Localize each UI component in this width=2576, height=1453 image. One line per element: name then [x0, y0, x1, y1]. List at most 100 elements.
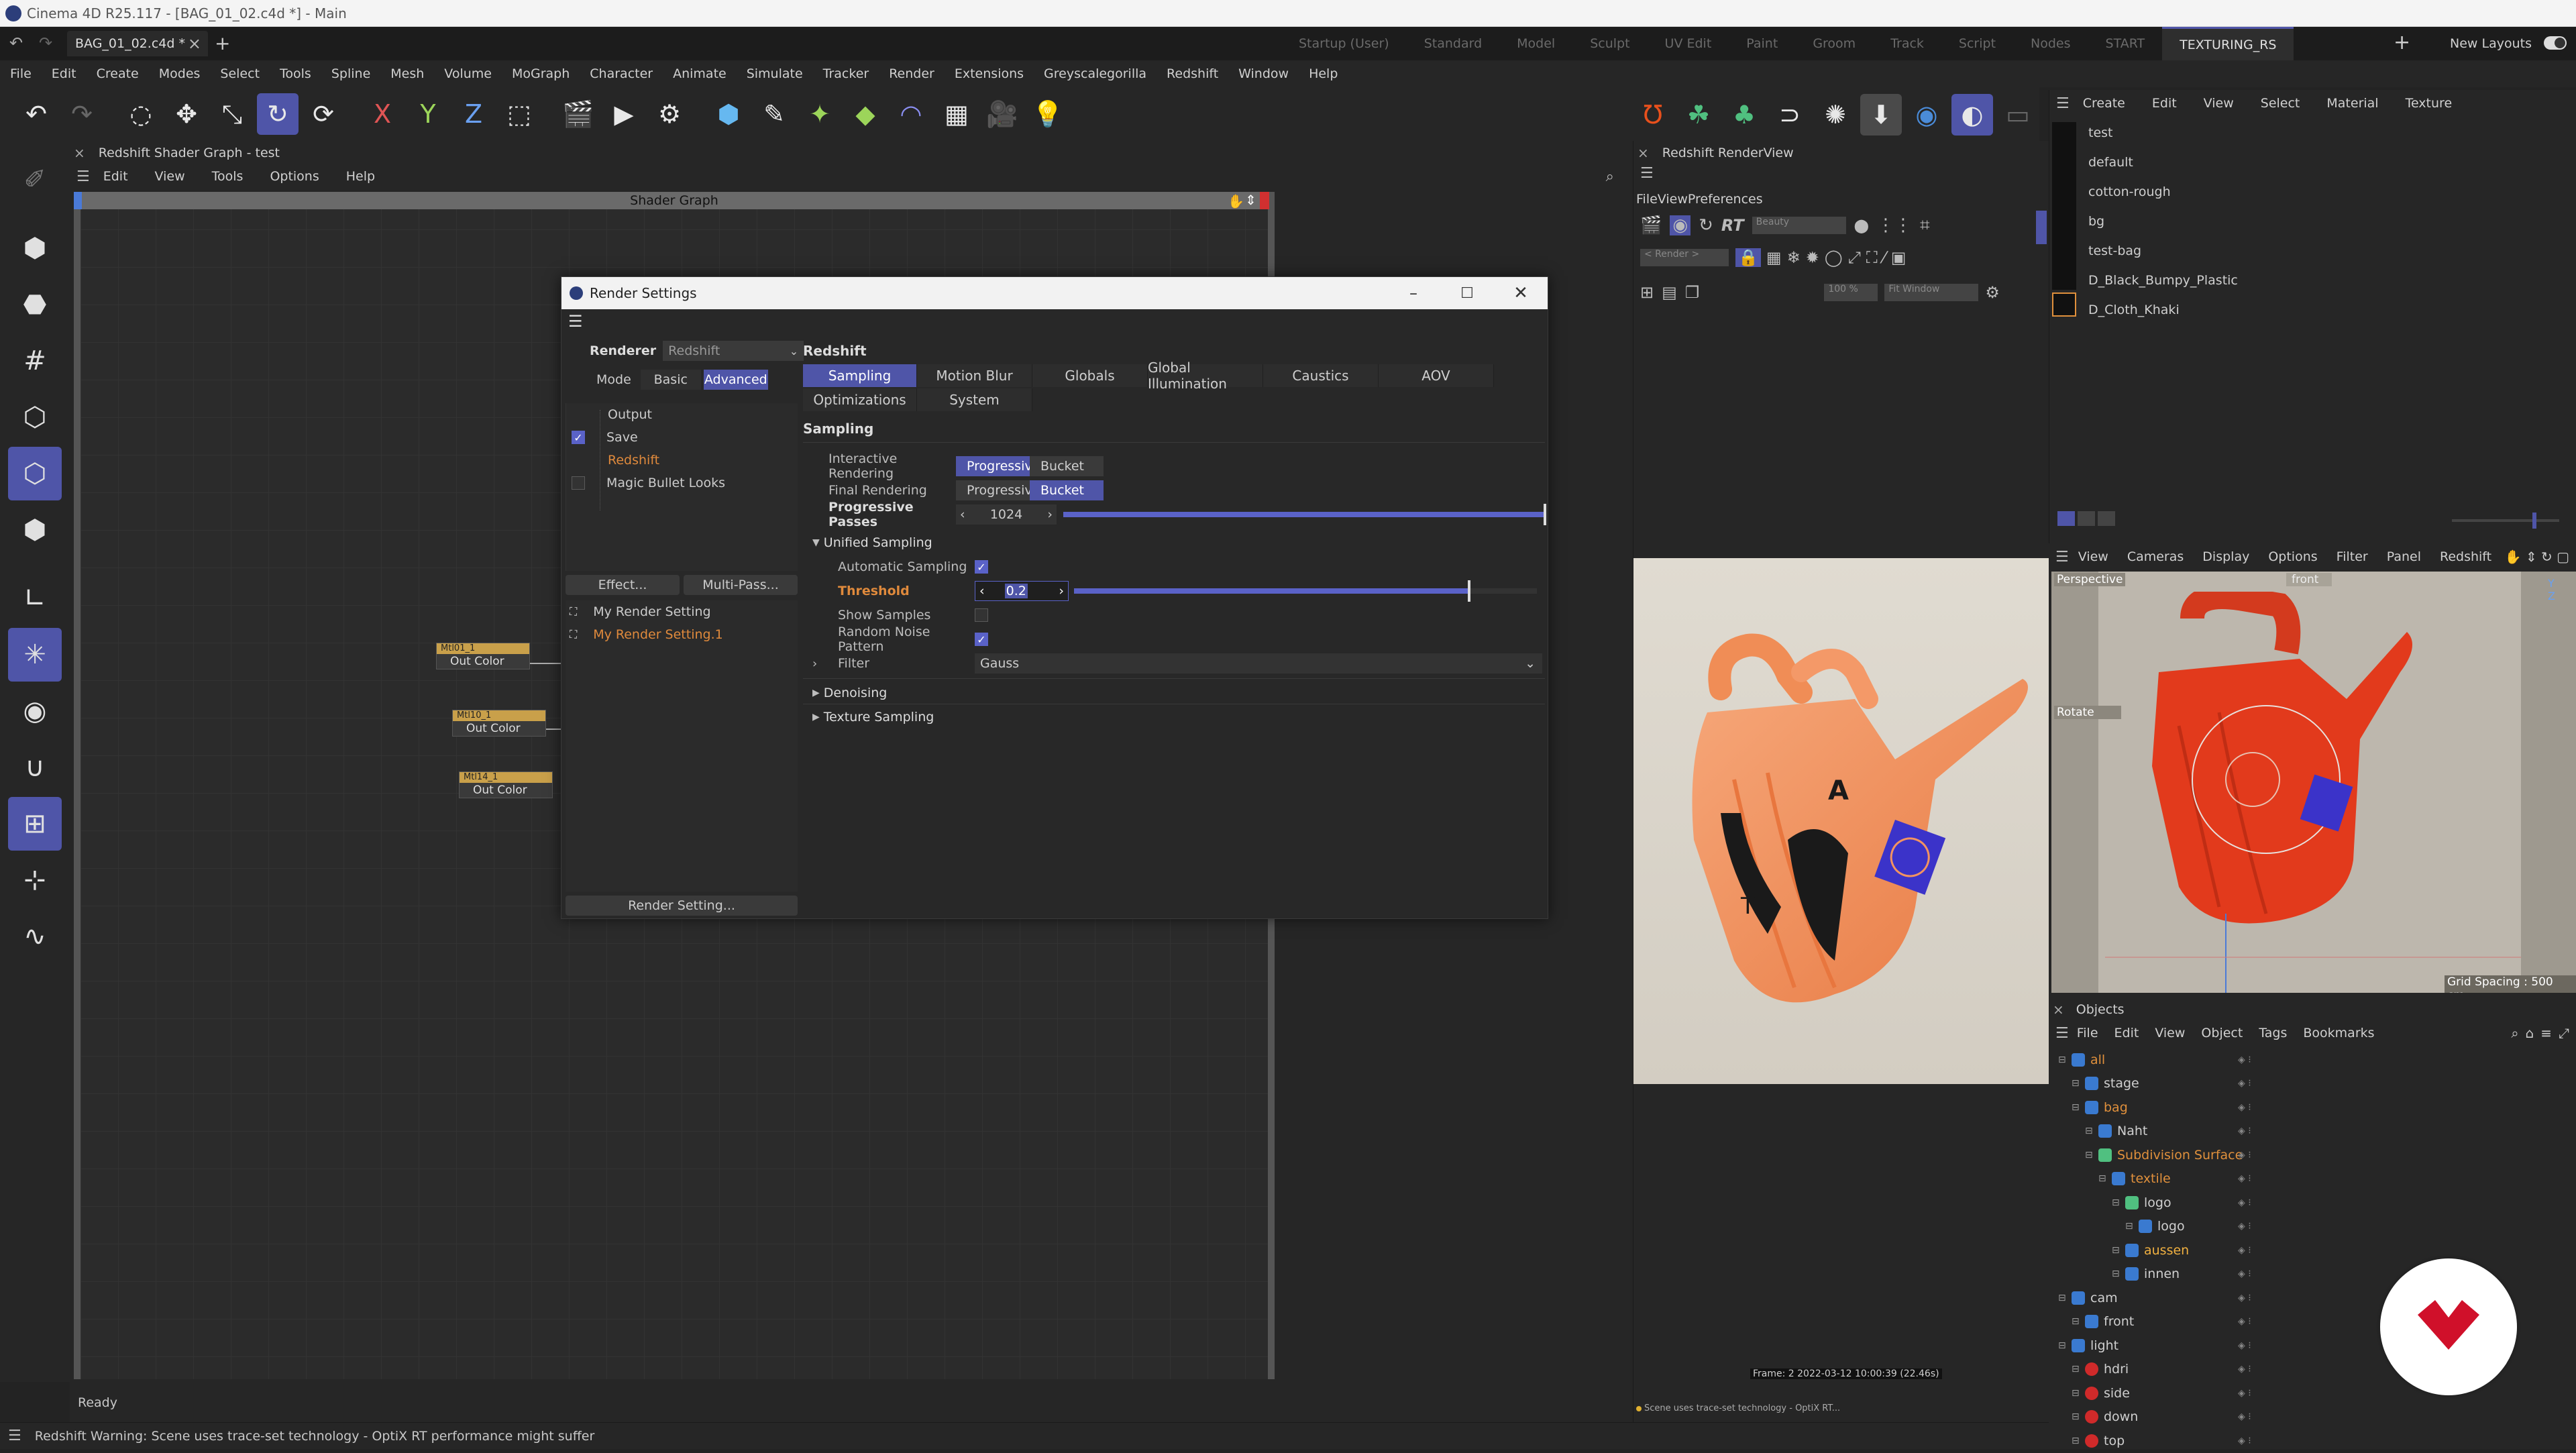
- y-axis-icon[interactable]: Y: [407, 93, 449, 135]
- object-row[interactable]: ⊟ top ◈ ⁝: [2049, 1429, 2576, 1453]
- layout-tab[interactable]: Model: [1499, 27, 1572, 60]
- denoising-header[interactable]: ▶ Denoising: [812, 681, 887, 705]
- redshift-download-icon[interactable]: ⬇: [1860, 94, 1902, 136]
- filter-select[interactable]: Gauss ⌄: [975, 653, 1542, 674]
- obj-menu-bookmarks[interactable]: Bookmarks: [2295, 1026, 2382, 1040]
- menu-greyscalegorilla[interactable]: Greyscalegorilla: [1034, 66, 1157, 81]
- clapper-icon[interactable]: 🎬: [1640, 215, 1662, 235]
- fit-select[interactable]: Fit Window: [1884, 284, 1979, 301]
- chevron-right-icon[interactable]: ›: [1059, 584, 1064, 598]
- home-icon[interactable]: ⌂: [2526, 1025, 2534, 1041]
- vp-menu-redshift[interactable]: Redshift: [2430, 549, 2501, 564]
- visibility-icon[interactable]: ◈ ⁝: [2238, 1316, 2251, 1327]
- progressive-passes-field[interactable]: ‹ 1024 ›: [956, 504, 1057, 525]
- add-document-icon[interactable]: +: [215, 32, 230, 54]
- close-icon[interactable]: ×: [188, 34, 201, 53]
- expand-icon[interactable]: ⊟: [2112, 1269, 2123, 1279]
- menu-help[interactable]: Help: [1299, 66, 1348, 81]
- tree-item-redshift[interactable]: Redshift: [566, 449, 798, 472]
- expand-icon[interactable]: ⊟: [2085, 1126, 2096, 1136]
- sg-menu-view[interactable]: View: [142, 169, 199, 184]
- material-size-slider[interactable]: [2452, 513, 2559, 529]
- tree-item-save[interactable]: ✓ Save: [566, 426, 798, 449]
- sg-menu-edit[interactable]: Edit: [90, 169, 142, 184]
- tree-item-output[interactable]: Output: [566, 403, 798, 426]
- automatic-sampling-checkbox[interactable]: ✓: [975, 560, 988, 574]
- object-row[interactable]: ⊟ Naht ◈ ⁝: [2049, 1120, 2576, 1144]
- layout-tab[interactable]: Script: [1941, 27, 2013, 60]
- visibility-icon[interactable]: ◈ ⁝: [2238, 1364, 2251, 1375]
- scale-icon[interactable]: ⤡: [211, 93, 253, 135]
- close-icon[interactable]: ×: [2053, 1002, 2064, 1018]
- menu-mesh[interactable]: Mesh: [380, 66, 434, 81]
- menu-simulate[interactable]: Simulate: [737, 66, 813, 81]
- move-icon[interactable]: ✥: [166, 93, 207, 135]
- icon-view-icon[interactable]: [2098, 511, 2115, 526]
- sun-icon[interactable]: ✹: [1806, 248, 1819, 267]
- mat-menu-select[interactable]: Select: [2247, 96, 2314, 111]
- snap-icon[interactable]: ∪: [8, 741, 62, 794]
- expand-icon[interactable]: ⤢: [1848, 248, 1861, 267]
- vp-menu-filter[interactable]: Filter: [2327, 549, 2377, 564]
- pen-icon[interactable]: ✎: [753, 93, 795, 135]
- material-item[interactable]: bg: [2049, 207, 2576, 236]
- bend-icon[interactable]: ◠: [890, 93, 932, 135]
- tab-caustics[interactable]: Caustics: [1263, 364, 1379, 387]
- final-progressive-button[interactable]: Progressive: [956, 480, 1040, 500]
- snowflake-icon[interactable]: ❄: [1787, 248, 1801, 267]
- workplane-icon[interactable]: #: [8, 334, 62, 388]
- x-axis-icon[interactable]: X: [362, 93, 403, 135]
- obj-menu-edit[interactable]: Edit: [2106, 1026, 2147, 1040]
- preset-item-active[interactable]: ⛶ My Render Setting.1: [566, 623, 798, 646]
- points-mode-icon[interactable]: ⬡: [8, 390, 62, 444]
- undo-history-icon[interactable]: ↶: [9, 34, 23, 52]
- tab-aov[interactable]: AOV: [1379, 364, 1494, 387]
- tree-item-magic-bullet[interactable]: Magic Bullet Looks: [566, 472, 798, 494]
- interactive-bucket-button[interactable]: Bucket: [1030, 456, 1104, 476]
- tab-global-illumination[interactable]: Global Illumination: [1148, 360, 1263, 392]
- show-samples-checkbox[interactable]: [975, 608, 988, 622]
- menu-tracker[interactable]: Tracker: [813, 66, 879, 81]
- menu-edit[interactable]: Edit: [42, 66, 87, 81]
- expand-icon[interactable]: ⊟: [2072, 1411, 2082, 1422]
- menu-file[interactable]: File: [0, 66, 42, 81]
- render-setting-button[interactable]: Render Setting...: [566, 896, 798, 916]
- circle-icon[interactable]: ◯: [1825, 248, 1843, 267]
- expand-icon[interactable]: ⊟: [2098, 1173, 2109, 1184]
- obj-menu-object[interactable]: Object: [2193, 1026, 2251, 1040]
- expand-icon[interactable]: ⊟: [2072, 1388, 2082, 1399]
- expand-icon[interactable]: ⤢: [2559, 1025, 2569, 1041]
- layout-tab[interactable]: Groom: [1795, 27, 1873, 60]
- sg-menu-help[interactable]: Help: [333, 169, 388, 184]
- camera-icon[interactable]: 🎥: [981, 93, 1023, 135]
- redo-icon[interactable]: ↷: [61, 93, 103, 135]
- object-row[interactable]: ⊟ textile ◈ ⁝: [2049, 1167, 2576, 1191]
- close-icon[interactable]: ×: [1638, 145, 1649, 161]
- vp-menu-view[interactable]: View: [2069, 549, 2118, 564]
- rgb-icon[interactable]: ⬤: [1854, 217, 1869, 233]
- unified-sampling-header[interactable]: ▼ Unified Sampling: [812, 531, 932, 555]
- chevron-right-icon[interactable]: ›: [812, 657, 838, 671]
- visibility-icon[interactable]: ◈ ⁝: [2238, 1078, 2251, 1089]
- crop-icon[interactable]: ⌗: [1920, 215, 1930, 236]
- menu-redshift[interactable]: Redshift: [1157, 66, 1228, 81]
- tab-sampling[interactable]: Sampling: [803, 364, 917, 387]
- mat-menu-create[interactable]: Create: [2070, 96, 2139, 111]
- layout-tab[interactable]: Startup (User): [1281, 27, 1407, 60]
- final-bucket-button[interactable]: Bucket: [1030, 480, 1104, 500]
- menu-modes[interactable]: Modes: [149, 66, 211, 81]
- visibility-icon[interactable]: ◈ ⁝: [2238, 1055, 2251, 1065]
- ipr-icon[interactable]: ◉: [1670, 215, 1691, 235]
- menu-render[interactable]: Render: [879, 66, 945, 81]
- copy-icon[interactable]: ❐: [1685, 283, 1700, 302]
- layout-tab[interactable]: TEXTURING_RS: [2162, 27, 2294, 60]
- menu-volume[interactable]: Volume: [434, 66, 502, 81]
- layout-tab[interactable]: Sculpt: [1572, 27, 1647, 60]
- refresh-icon[interactable]: ↻: [1699, 215, 1713, 235]
- edges-mode-icon[interactable]: ⬡: [8, 447, 62, 500]
- search-icon[interactable]: ⌕: [1606, 168, 1614, 185]
- menu-mograph[interactable]: MoGraph: [502, 66, 580, 81]
- render-select[interactable]: < Render >: [1640, 249, 1729, 266]
- mat-menu-texture[interactable]: Texture: [2392, 96, 2466, 111]
- multipass-button[interactable]: Multi-Pass...: [684, 575, 798, 595]
